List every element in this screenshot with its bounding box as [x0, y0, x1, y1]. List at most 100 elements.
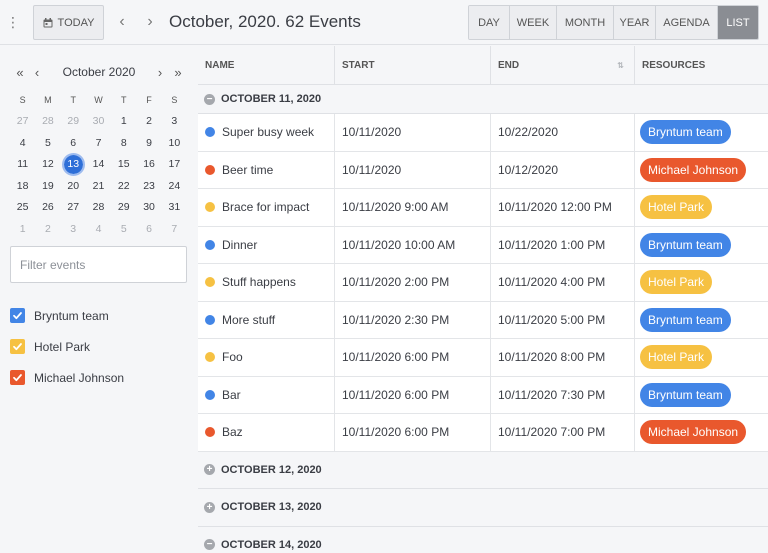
view-mode-agenda-button[interactable]: AGENDA — [656, 6, 718, 39]
calendar-day[interactable]: 18 — [10, 180, 35, 192]
table-row[interactable]: Super busy week 10/11/2020 10/22/2020 Brynt… — [198, 114, 768, 152]
resource-chip[interactable]: Bryntum team — [640, 307, 731, 332]
calendar-day[interactable]: 6 — [136, 223, 161, 235]
double-chevron-left-icon[interactable]: « — [12, 62, 28, 82]
calendar-day[interactable]: 22 — [111, 180, 136, 192]
chevron-right-icon[interactable]: › — [152, 62, 168, 82]
calendar-day[interactable]: 25 — [10, 201, 35, 213]
calendar-day[interactable]: 21 — [86, 180, 111, 192]
calendar-day[interactable]: 15 — [111, 158, 136, 170]
calendar-day[interactable]: 4 — [10, 137, 35, 149]
event-start-cell: 10/11/2020 6:00 PM — [335, 376, 491, 413]
calendar-day[interactable]: 14 — [86, 158, 111, 170]
chevron-left-icon[interactable]: ‹ — [29, 62, 45, 82]
collapse-icon[interactable]: − — [204, 93, 215, 105]
calendar-day[interactable]: 5 — [35, 137, 60, 149]
calendar-day[interactable]: 9 — [136, 137, 161, 149]
chevron-right-icon[interactable]: › — [140, 10, 160, 34]
calendar-day[interactable]: 29 — [61, 115, 86, 127]
event-name-cell: Bar — [198, 376, 335, 413]
table-row[interactable]: Brace for impact 10/11/2020 9:00 AM 10/11/… — [198, 189, 768, 227]
table-row[interactable]: More stuff 10/11/2020 2:30 PM 10/11/2020 5… — [198, 301, 768, 339]
calendar-day[interactable]: 23 — [136, 180, 161, 192]
double-chevron-right-icon[interactable]: » — [170, 62, 186, 82]
table-row[interactable]: Foo 10/11/2020 6:00 PM 10/11/2020 8:00 PM H… — [198, 339, 768, 377]
event-name: Beer time — [222, 162, 274, 177]
calendar-day[interactable]: 12 — [35, 158, 60, 170]
resource-chip[interactable]: Bryntum team — [640, 120, 731, 145]
resource-chip[interactable]: Michael Johnson — [640, 420, 747, 445]
resource-chip[interactable]: Bryntum team — [640, 232, 731, 257]
calendar-day[interactable]: 28 — [86, 201, 111, 213]
resource-chip[interactable]: Hotel Park — [640, 270, 713, 295]
table-row[interactable]: Stuff happens 10/11/2020 2:00 PM 10/11/202… — [198, 264, 768, 302]
calendar-day[interactable]: 29 — [111, 201, 136, 213]
calendar-day[interactable]: 4 — [86, 223, 111, 235]
calendar-day[interactable]: 1 — [10, 223, 35, 235]
resource-chip[interactable]: Bryntum team — [640, 382, 731, 407]
resource-filter-item[interactable]: Michael Johnson — [10, 362, 198, 393]
checkbox-checked-icon[interactable] — [10, 370, 25, 385]
calendar-day-selected[interactable]: 13 — [61, 152, 86, 176]
view-mode-week-button[interactable]: WEEK — [510, 6, 557, 39]
view-mode-list-button[interactable]: LIST — [718, 6, 758, 39]
column-header-name[interactable]: NAME — [198, 46, 335, 85]
calendar-day[interactable]: 27 — [10, 115, 35, 127]
table-row[interactable]: Bar 10/11/2020 6:00 PM 10/11/2020 7:30 PM B… — [198, 376, 768, 414]
checkbox-checked-icon[interactable] — [10, 308, 25, 323]
calendar-day[interactable]: 7 — [162, 223, 187, 235]
calendar-day[interactable]: 7 — [86, 137, 111, 149]
table-row[interactable]: Baz 10/11/2020 6:00 PM 10/11/2020 7:00 PM M… — [198, 414, 768, 452]
calendar-day[interactable]: 24 — [162, 180, 187, 192]
group-header-row[interactable]: − OCTOBER 14, 2020 — [198, 526, 768, 553]
resource-chip[interactable]: Hotel Park — [640, 345, 713, 370]
expand-icon[interactable]: + — [204, 501, 215, 513]
calendar-day[interactable]: 8 — [111, 137, 136, 149]
resource-filter-item[interactable]: Hotel Park — [10, 331, 198, 362]
more-menu-icon[interactable]: ⋮ — [0, 0, 26, 45]
calendar-day[interactable]: 2 — [136, 115, 161, 127]
resource-chip[interactable]: Hotel Park — [640, 195, 713, 220]
checkbox-checked-icon[interactable] — [10, 339, 25, 354]
collapse-icon[interactable]: − — [204, 539, 215, 551]
view-mode-day-button[interactable]: DAY — [469, 6, 510, 39]
column-header-end[interactable]: END ⇅ — [491, 46, 635, 85]
group-header-row[interactable]: + OCTOBER 13, 2020 — [198, 489, 768, 527]
calendar-day[interactable]: 3 — [61, 223, 86, 235]
weekday-label: M — [44, 94, 52, 105]
calendar-day[interactable]: 6 — [61, 137, 86, 149]
expand-icon[interactable]: + — [204, 464, 215, 476]
group-header-row[interactable]: + OCTOBER 12, 2020 — [198, 451, 768, 489]
table-row[interactable]: Dinner 10/11/2020 10:00 AM 10/11/2020 1:00… — [198, 226, 768, 264]
calendar-day[interactable]: 30 — [86, 115, 111, 127]
day-number: 10 — [168, 136, 181, 149]
calendar-day[interactable]: 27 — [61, 201, 86, 213]
calendar-day[interactable]: 2 — [35, 223, 60, 235]
calendar-day[interactable]: 16 — [136, 158, 161, 170]
today-button[interactable]: TODAY — [33, 5, 104, 40]
calendar-day[interactable]: 5 — [111, 223, 136, 235]
calendar-day[interactable]: 30 — [136, 201, 161, 213]
calendar-day[interactable]: 3 — [162, 115, 187, 127]
view-mode-year-button[interactable]: YEAR — [614, 6, 656, 39]
calendar-day[interactable]: 20 — [61, 180, 86, 192]
table-row[interactable]: Beer time 10/11/2020 10/12/2020 Michael Joh… — [198, 151, 768, 189]
column-header-start[interactable]: START — [335, 46, 491, 85]
resource-chip[interactable]: Michael Johnson — [640, 157, 747, 182]
filter-events-input[interactable] — [10, 246, 187, 283]
chevron-left-icon[interactable]: ‹ — [112, 10, 132, 34]
calendar-day[interactable]: 28 — [35, 115, 60, 127]
week-row: 18 19 20 21 22 23 24 — [10, 175, 187, 197]
calendar-day[interactable]: 31 — [162, 201, 187, 213]
calendar-day[interactable]: 11 — [10, 158, 35, 170]
calendar-day[interactable]: 10 — [162, 137, 187, 149]
event-end-cell: 10/12/2020 — [491, 151, 635, 188]
calendar-day[interactable]: 26 — [35, 201, 60, 213]
column-header-resources[interactable]: RESOURCES — [635, 46, 768, 85]
calendar-day[interactable]: 19 — [35, 180, 60, 192]
view-mode-month-button[interactable]: MONTH — [557, 6, 614, 39]
group-header-row[interactable]: − OCTOBER 11, 2020 — [198, 85, 768, 114]
calendar-day[interactable]: 1 — [111, 115, 136, 127]
resource-filter-item[interactable]: Bryntum team — [10, 300, 198, 331]
calendar-day[interactable]: 17 — [162, 158, 187, 170]
